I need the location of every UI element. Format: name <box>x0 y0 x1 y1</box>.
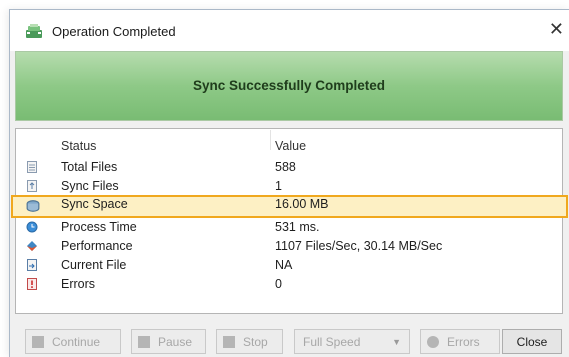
row-value: 0 <box>275 277 282 291</box>
clock-icon <box>26 221 38 233</box>
sync-app-icon <box>26 24 42 38</box>
stop-icon <box>223 336 235 348</box>
row-value: 531 ms. <box>275 220 320 234</box>
continue-button[interactable]: Continue <box>25 329 121 354</box>
row-label: Total Files <box>61 160 118 174</box>
row-value: 16.00 MB <box>275 197 329 211</box>
stop-button[interactable]: Stop <box>216 329 283 354</box>
table-row-process-time[interactable]: Process Time 531 ms. <box>16 218 562 237</box>
table-row-sync-files[interactable]: Sync Files 1 <box>16 177 562 196</box>
column-header-status[interactable]: Status <box>61 139 96 153</box>
row-label: Sync Files <box>61 179 119 193</box>
row-value: 1 <box>275 179 282 193</box>
close-window-icon[interactable]: ✕ <box>549 19 564 40</box>
performance-icon <box>27 241 37 251</box>
results-table: Status Value Total Files 588 Sync Files … <box>11 128 568 314</box>
banner-text: Sync Successfully Completed <box>192 78 386 93</box>
file-arrow-icon <box>27 259 37 271</box>
speed-value: Full Speed <box>303 335 361 349</box>
table-row-current-file[interactable]: Current File NA <box>16 256 562 275</box>
table-row-sync-space[interactable]: Sync Space 16.00 MB <box>11 195 568 218</box>
table-row-performance[interactable]: Performance 1107 Files/Sec, 30.14 MB/Sec <box>16 237 562 256</box>
disk-icon <box>26 200 40 212</box>
column-divider <box>270 130 271 150</box>
row-label: Performance <box>61 239 133 253</box>
pause-button[interactable]: Pause <box>131 329 206 354</box>
row-label: Current File <box>61 258 127 272</box>
operation-completed-dialog: Operation Completed ✕ Sync Successfully … <box>9 9 569 357</box>
table-row-total-files[interactable]: Total Files 588 <box>16 158 562 177</box>
row-value: 1107 Files/Sec, 30.14 MB/Sec <box>275 239 443 253</box>
document-icon <box>27 161 37 173</box>
continue-label: Continue <box>52 335 101 349</box>
row-label: Sync Space <box>61 197 128 211</box>
table-row-errors[interactable]: Errors 0 <box>16 275 562 294</box>
row-label: Process Time <box>61 220 137 234</box>
sync-document-icon <box>27 180 37 192</box>
status-banner: Sync Successfully Completed <box>15 51 563 121</box>
window-title: Operation Completed <box>52 24 176 39</box>
chevron-down-icon: ▼ <box>392 337 401 347</box>
column-header-value[interactable]: Value <box>275 139 306 153</box>
close-button[interactable]: Close <box>502 329 562 354</box>
title-bar: Operation Completed ✕ <box>10 10 569 51</box>
pause-icon <box>138 336 150 348</box>
stop-label: Stop <box>243 335 268 349</box>
play-icon <box>32 336 44 348</box>
speed-dropdown[interactable]: Full Speed ▼ <box>294 329 410 354</box>
error-circle-icon <box>427 336 439 348</box>
pause-label: Pause <box>158 335 193 349</box>
row-label: Errors <box>61 277 96 291</box>
errors-label: Errors <box>447 335 480 349</box>
error-icon <box>27 278 37 290</box>
close-label: Close <box>516 335 548 349</box>
row-value: 588 <box>275 160 296 174</box>
button-bar: Continue Pause Stop Full Speed ▼ Errors … <box>10 318 569 357</box>
row-value: NA <box>275 258 293 272</box>
errors-button[interactable]: Errors <box>420 329 500 354</box>
